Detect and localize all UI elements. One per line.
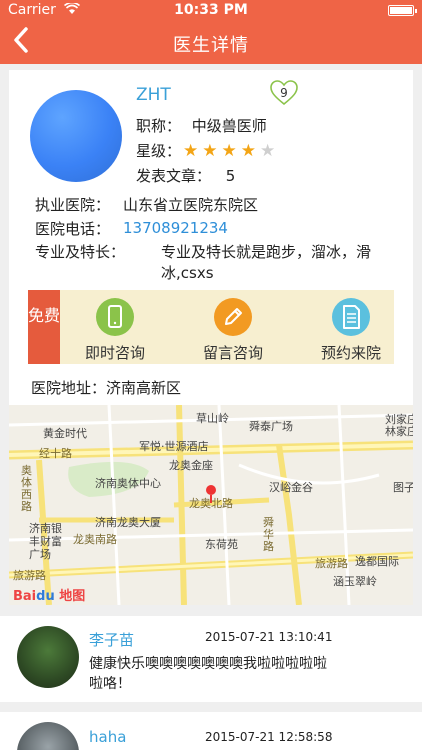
star-rating: ★ ★ ★ ★ ★: [183, 141, 279, 161]
phone-link[interactable]: 13708921234: [123, 219, 228, 237]
free-tag: 免费: [28, 290, 60, 364]
map-place: 东荷苑: [205, 538, 238, 551]
articles-label: 发表文章：: [136, 167, 212, 185]
star-icon: ★: [202, 141, 218, 161]
hospital-map[interactable]: 草山岭 舜泰广场 刘家庄 黄金时代 军悦·世源酒店 林家庄 龙奥金座 汉峪金谷 …: [9, 405, 413, 605]
map-place: 济南银丰财富广场: [29, 522, 62, 561]
star-icon: ★: [183, 141, 199, 161]
map-place: 济南奥体中心: [95, 477, 161, 490]
comment-text: 健康快乐噢噢噢噢噢噢噢我啦啦啦啦啦啦咯！: [89, 656, 327, 692]
status-bar: Carrier 10:33 PM: [0, 0, 422, 20]
doctor-name: ZHT: [136, 85, 171, 105]
rating-label: 星级：: [136, 142, 182, 160]
map-place: 涵玉翠岭: [333, 575, 377, 588]
specialty-value: 专业及特长就是跑步，溜冰，滑冰,csxs: [161, 243, 372, 282]
map-road: 龙奥北路: [189, 497, 233, 510]
map-place: 逸都国际: [355, 555, 399, 568]
commenter-name: haha: [89, 728, 127, 746]
address-value: 济南高新区: [106, 379, 182, 397]
hospital-row: 执业医院： 山东省立医院东院区: [35, 194, 258, 215]
like-count: 9: [280, 86, 288, 100]
doctor-avatar: [30, 90, 122, 182]
address-row: 医院地址：济南高新区: [31, 377, 181, 398]
star-icon: ★: [221, 141, 237, 161]
map-road: 龙奥南路: [73, 533, 117, 546]
comment-time: 2015-07-21 13:10:41: [205, 630, 333, 644]
instant-consult-button[interactable]: 即时咨询: [65, 298, 165, 363]
map-place: 草山岭: [196, 412, 229, 425]
commenter-name: 李子苗: [89, 631, 135, 649]
phone-label: 医院电话：: [35, 220, 111, 238]
map-road: 旅游路: [315, 557, 348, 570]
map-road: 旅游路: [13, 569, 46, 582]
comment-item[interactable]: 李子苗 2015-07-21 13:10:41 健康快乐噢噢噢噢噢噢噢我啦啦啦啦…: [0, 616, 422, 702]
service-panel: 免费 即时咨询 留言咨询 预约来院: [28, 290, 394, 364]
map-place: 军悦·世源酒店: [139, 440, 209, 453]
appointment-button[interactable]: 预约来院: [301, 298, 401, 363]
doctor-card: ZHT 9 职称： 中级兽医师 星级： ★ ★ ★ ★ ★ 发表文章： 5 执业医院： …: [9, 70, 413, 605]
appointment-label: 预约来院: [320, 344, 381, 362]
battery-icon: [388, 5, 417, 16]
like-button[interactable]: 9: [270, 80, 298, 106]
star-icon: ★: [240, 141, 256, 161]
specialty-row: 专业及特长： 专业及特长就是跑步，溜冰，滑冰,csxs: [35, 241, 395, 282]
map-place: 图子: [393, 481, 413, 494]
phone-icon: [96, 298, 134, 336]
map-road: 奥体西路: [21, 464, 32, 513]
hospital-value: 山东省立医院东院区: [123, 196, 259, 214]
specialty-label: 专业及特长：: [35, 243, 126, 261]
map-place: 黄金时代: [43, 427, 87, 440]
phone-row: 医院电话： 13708921234: [35, 218, 228, 239]
map-place: 济南龙奥大厦: [95, 516, 161, 529]
comment-item[interactable]: haha 2015-07-21 12:58:58: [0, 712, 422, 750]
commenter-avatar: [17, 626, 79, 688]
star-icon: ★: [260, 141, 276, 161]
map-road: 经十路: [39, 447, 72, 460]
baidu-map-logo: Baidu 地图: [13, 589, 86, 604]
address-label: 医院地址：: [31, 379, 107, 397]
commenter-avatar: [17, 722, 79, 750]
nav-bar: 医生详情: [0, 20, 422, 64]
map-place: 汉峪金谷: [269, 481, 313, 494]
hospital-label: 执业医院：: [35, 196, 111, 214]
pencil-icon: [214, 298, 252, 336]
page-title: 医生详情: [173, 35, 249, 56]
document-icon: [332, 298, 370, 336]
map-place: 舜泰广场: [249, 420, 293, 433]
clock: 10:33 PM: [174, 2, 248, 18]
map-place: 林家庄: [385, 425, 413, 438]
comment-time: 2015-07-21 12:58:58: [205, 730, 333, 744]
message-consult-label: 留言咨询: [202, 344, 263, 362]
rating-row: 星级：: [136, 140, 181, 161]
title-row: 职称： 中级兽医师: [136, 115, 267, 136]
instant-consult-label: 即时咨询: [84, 344, 145, 362]
map-place: 龙奥金座: [169, 459, 213, 472]
articles-row: 发表文章： 5: [136, 165, 235, 186]
title-value: 中级兽医师: [191, 117, 267, 135]
message-consult-button[interactable]: 留言咨询: [183, 298, 283, 363]
title-label: 职称：: [136, 117, 182, 135]
map-road: 舜华路: [263, 516, 274, 553]
articles-value: 5: [225, 167, 236, 185]
